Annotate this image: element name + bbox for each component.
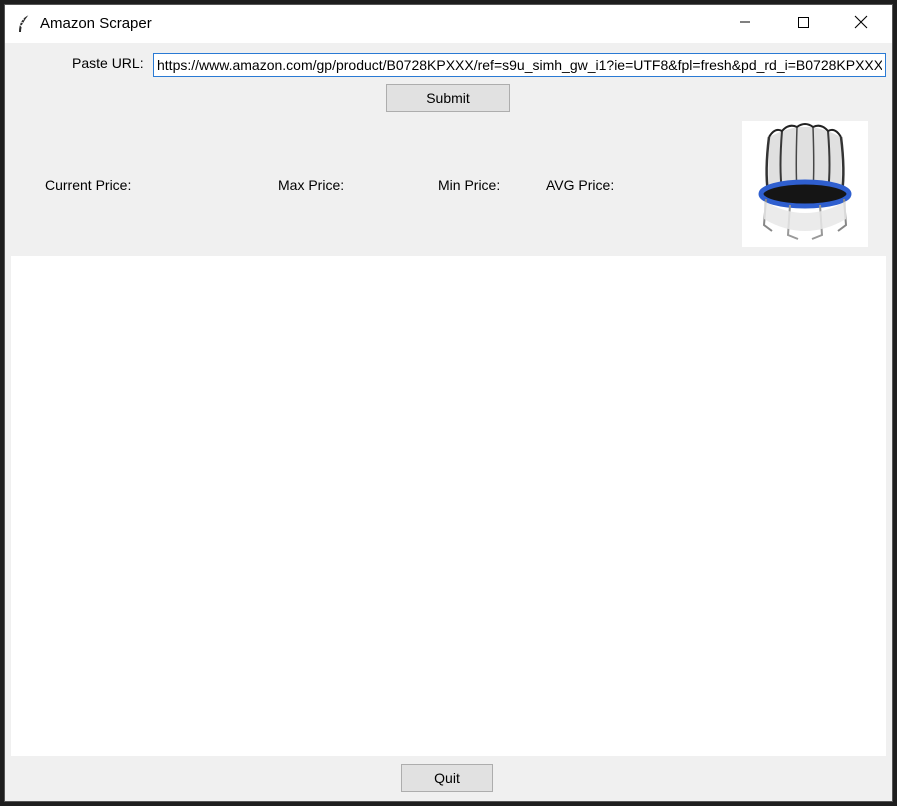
url-input[interactable] bbox=[153, 53, 886, 77]
app-window: Amazon Scraper Paste URL: Submit Current… bbox=[4, 4, 893, 802]
feather-icon bbox=[16, 14, 32, 34]
trampoline-image bbox=[758, 123, 852, 240]
quit-button[interactable]: Quit bbox=[401, 764, 493, 792]
price-chart-area bbox=[11, 256, 886, 756]
minimize-button[interactable] bbox=[716, 5, 774, 43]
avg-price-label: AVG Price: bbox=[546, 177, 615, 193]
close-icon bbox=[854, 15, 868, 34]
maximize-button[interactable] bbox=[774, 5, 832, 43]
maximize-icon bbox=[797, 15, 809, 33]
title-bar[interactable]: Amazon Scraper bbox=[5, 5, 892, 43]
submit-button[interactable]: Submit bbox=[386, 84, 510, 112]
max-price-label: Max Price: bbox=[278, 177, 345, 193]
min-price-label: Min Price: bbox=[438, 177, 501, 193]
window-title: Amazon Scraper bbox=[40, 15, 152, 32]
close-button[interactable] bbox=[832, 5, 890, 43]
current-price-label: Current Price: bbox=[45, 177, 132, 193]
product-image bbox=[742, 121, 868, 247]
minimize-icon bbox=[739, 15, 751, 33]
url-label: Paste URL: bbox=[72, 55, 144, 71]
